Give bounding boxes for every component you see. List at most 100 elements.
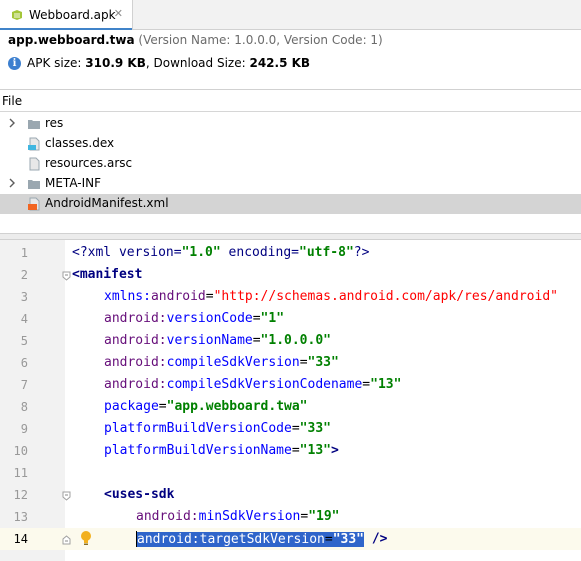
line-number: 10 xyxy=(13,444,28,458)
xml-encoding-value: "utf-8" xyxy=(299,245,354,260)
tag-self-close: /> xyxy=(364,531,388,547)
tag-name: manifest xyxy=(79,267,143,282)
tree-item-meta-inf[interactable]: META-INF xyxy=(0,174,581,194)
tree-item-res[interactable]: res xyxy=(0,114,581,134)
tree-item-androidmanifest-xml[interactable]: AndroidManifest.xml xyxy=(0,194,581,214)
equals: = xyxy=(291,421,300,436)
attr-prefix: android: xyxy=(136,509,199,524)
xml-declaration: <?xml version= xyxy=(72,245,182,260)
tag-open: < xyxy=(72,267,80,282)
app-id-line: app.webboard.twa (Version Name: 1.0.0.0,… xyxy=(8,33,383,47)
attr-name: compileSdkVersion xyxy=(166,355,300,370)
code-editor[interactable]: 1 <?xml version="1.0" encoding="utf-8"?>… xyxy=(0,240,581,561)
info-icon: i xyxy=(8,56,21,70)
code-line[interactable]: 1 <?xml version="1.0" encoding="utf-8"?> xyxy=(0,242,581,264)
tree-item-label: resources.arsc xyxy=(45,156,133,170)
line-number: 3 xyxy=(20,290,28,304)
code-line[interactable]: 11 xyxy=(0,462,581,484)
tree-item-classes-dex[interactable]: classes.dex xyxy=(0,134,581,154)
apk-summary: app.webboard.twa (Version Name: 1.0.0.0,… xyxy=(0,30,581,90)
fold-end-icon[interactable] xyxy=(62,534,71,545)
file-column-header[interactable]: File xyxy=(0,90,581,112)
folder-icon xyxy=(27,177,41,191)
tree-item-resources-arsc[interactable]: resources.arsc xyxy=(0,154,581,174)
line-number: 13 xyxy=(13,510,28,524)
equals: = xyxy=(291,443,300,458)
line-number: 2 xyxy=(20,268,28,282)
code-text: android:versionName="1.0.0.0" xyxy=(104,333,331,348)
code-text: platformBuildVersionName="13"> xyxy=(104,443,339,458)
lightbulb-icon[interactable] xyxy=(80,530,92,546)
attr-name: versionName xyxy=(166,333,253,348)
line-number: 4 xyxy=(20,312,28,326)
size-line: i APK size: 310.9 KB, Download Size: 242… xyxy=(8,56,310,70)
android-apk-icon xyxy=(10,8,24,22)
code-line[interactable]: 5 android:versionName="1.0.0.0" xyxy=(0,330,581,352)
code-line[interactable]: 9 platformBuildVersionCode="33" xyxy=(0,418,581,440)
attr-prefix: android: xyxy=(137,531,200,547)
equals: = xyxy=(205,289,214,304)
code-text: android:compileSdkVersion="33" xyxy=(104,355,339,370)
download-size-label: , Download Size: xyxy=(145,56,246,70)
code-text: android:minSdkVersion="19" xyxy=(136,509,340,524)
attr-name: package xyxy=(104,399,159,414)
code-text: android:targetSdkVersion="33" /> xyxy=(136,531,387,547)
tree-item-label: META-INF xyxy=(45,176,102,190)
selected-text: android:targetSdkVersion="33" xyxy=(137,531,364,547)
current-code-line[interactable]: 14 android:targetSdkVersion="33" /> xyxy=(0,528,581,550)
version-info: (Version Name: 1.0.0.0, Version Code: 1) xyxy=(138,33,383,47)
code-line[interactable]: 2 <manifest xyxy=(0,264,581,286)
attr-value: "1.0.0.0" xyxy=(260,333,331,348)
code-line[interactable]: 13 android:minSdkVersion="19" xyxy=(0,506,581,528)
chevron-right-icon[interactable] xyxy=(8,118,18,130)
dex-file-icon xyxy=(27,137,41,151)
attr-value: "19" xyxy=(308,509,340,524)
attr-name: targetSdkVersion xyxy=(199,531,325,547)
attr-value: "33" xyxy=(307,355,339,370)
line-number: 9 xyxy=(20,422,28,436)
code-line[interactable]: 8 package="app.webboard.twa" xyxy=(0,396,581,418)
code-line[interactable]: 3 xmlns:android="http://schemas.android.… xyxy=(0,286,581,308)
apk-size-value: 310.9 KB xyxy=(85,56,146,70)
close-tab-icon[interactable]: ✕ xyxy=(114,8,123,20)
attr-name: minSdkVersion xyxy=(198,509,301,524)
equals: = xyxy=(299,355,308,370)
code-line[interactable]: 7 android:compileSdkVersionCodename="13" xyxy=(0,374,581,396)
editor-tab-bar: Webboard.apk ✕ xyxy=(0,0,581,31)
attr-prefix: android: xyxy=(104,355,167,370)
code-text: <?xml version="1.0" encoding="utf-8"?> xyxy=(72,245,369,260)
code-text: android:versionCode="1" xyxy=(104,311,284,326)
code-text: <manifest xyxy=(72,267,142,282)
attr-value: "http://schemas.android.com/apk/res/andr… xyxy=(213,289,558,304)
code-text: xmlns:android="http://schemas.android.co… xyxy=(104,289,558,304)
attr-value: "1" xyxy=(260,311,285,326)
fold-icon[interactable] xyxy=(62,270,71,281)
attr-name: android xyxy=(150,289,206,304)
code-line[interactable]: 4 android:versionCode="1" xyxy=(0,308,581,330)
attr-prefix: android: xyxy=(104,377,167,392)
fold-icon[interactable] xyxy=(62,490,71,501)
tree-item-label: res xyxy=(45,116,64,130)
download-size-value: 242.5 KB xyxy=(249,56,311,70)
attr-prefix: android: xyxy=(104,333,167,348)
line-number: 14 xyxy=(13,532,28,546)
line-number: 1 xyxy=(20,246,28,260)
tag-name: uses-sdk xyxy=(111,487,175,502)
attr-prefix: android: xyxy=(104,311,167,326)
code-line[interactable]: 12 <uses-sdk xyxy=(0,484,581,506)
xml-file-icon xyxy=(27,197,41,211)
tag-open: < xyxy=(104,487,112,502)
file-tree: res classes.dex resources.arsc META-INF … xyxy=(0,114,581,214)
code-line[interactable]: 10 platformBuildVersionName="13"> xyxy=(0,440,581,462)
split-divider[interactable] xyxy=(0,233,581,240)
tab-webboard-apk[interactable]: Webboard.apk ✕ xyxy=(0,0,133,31)
attr-value: "13" xyxy=(299,443,331,458)
chevron-right-icon[interactable] xyxy=(8,178,18,190)
attr-name: versionCode xyxy=(166,311,253,326)
code-line[interactable]: 6 android:compileSdkVersion="33" xyxy=(0,352,581,374)
tree-item-label: AndroidManifest.xml xyxy=(45,196,169,210)
equals: = xyxy=(362,377,371,392)
tag-close: > xyxy=(330,443,339,458)
tree-item-label: classes.dex xyxy=(45,136,115,150)
folder-icon xyxy=(27,117,41,131)
